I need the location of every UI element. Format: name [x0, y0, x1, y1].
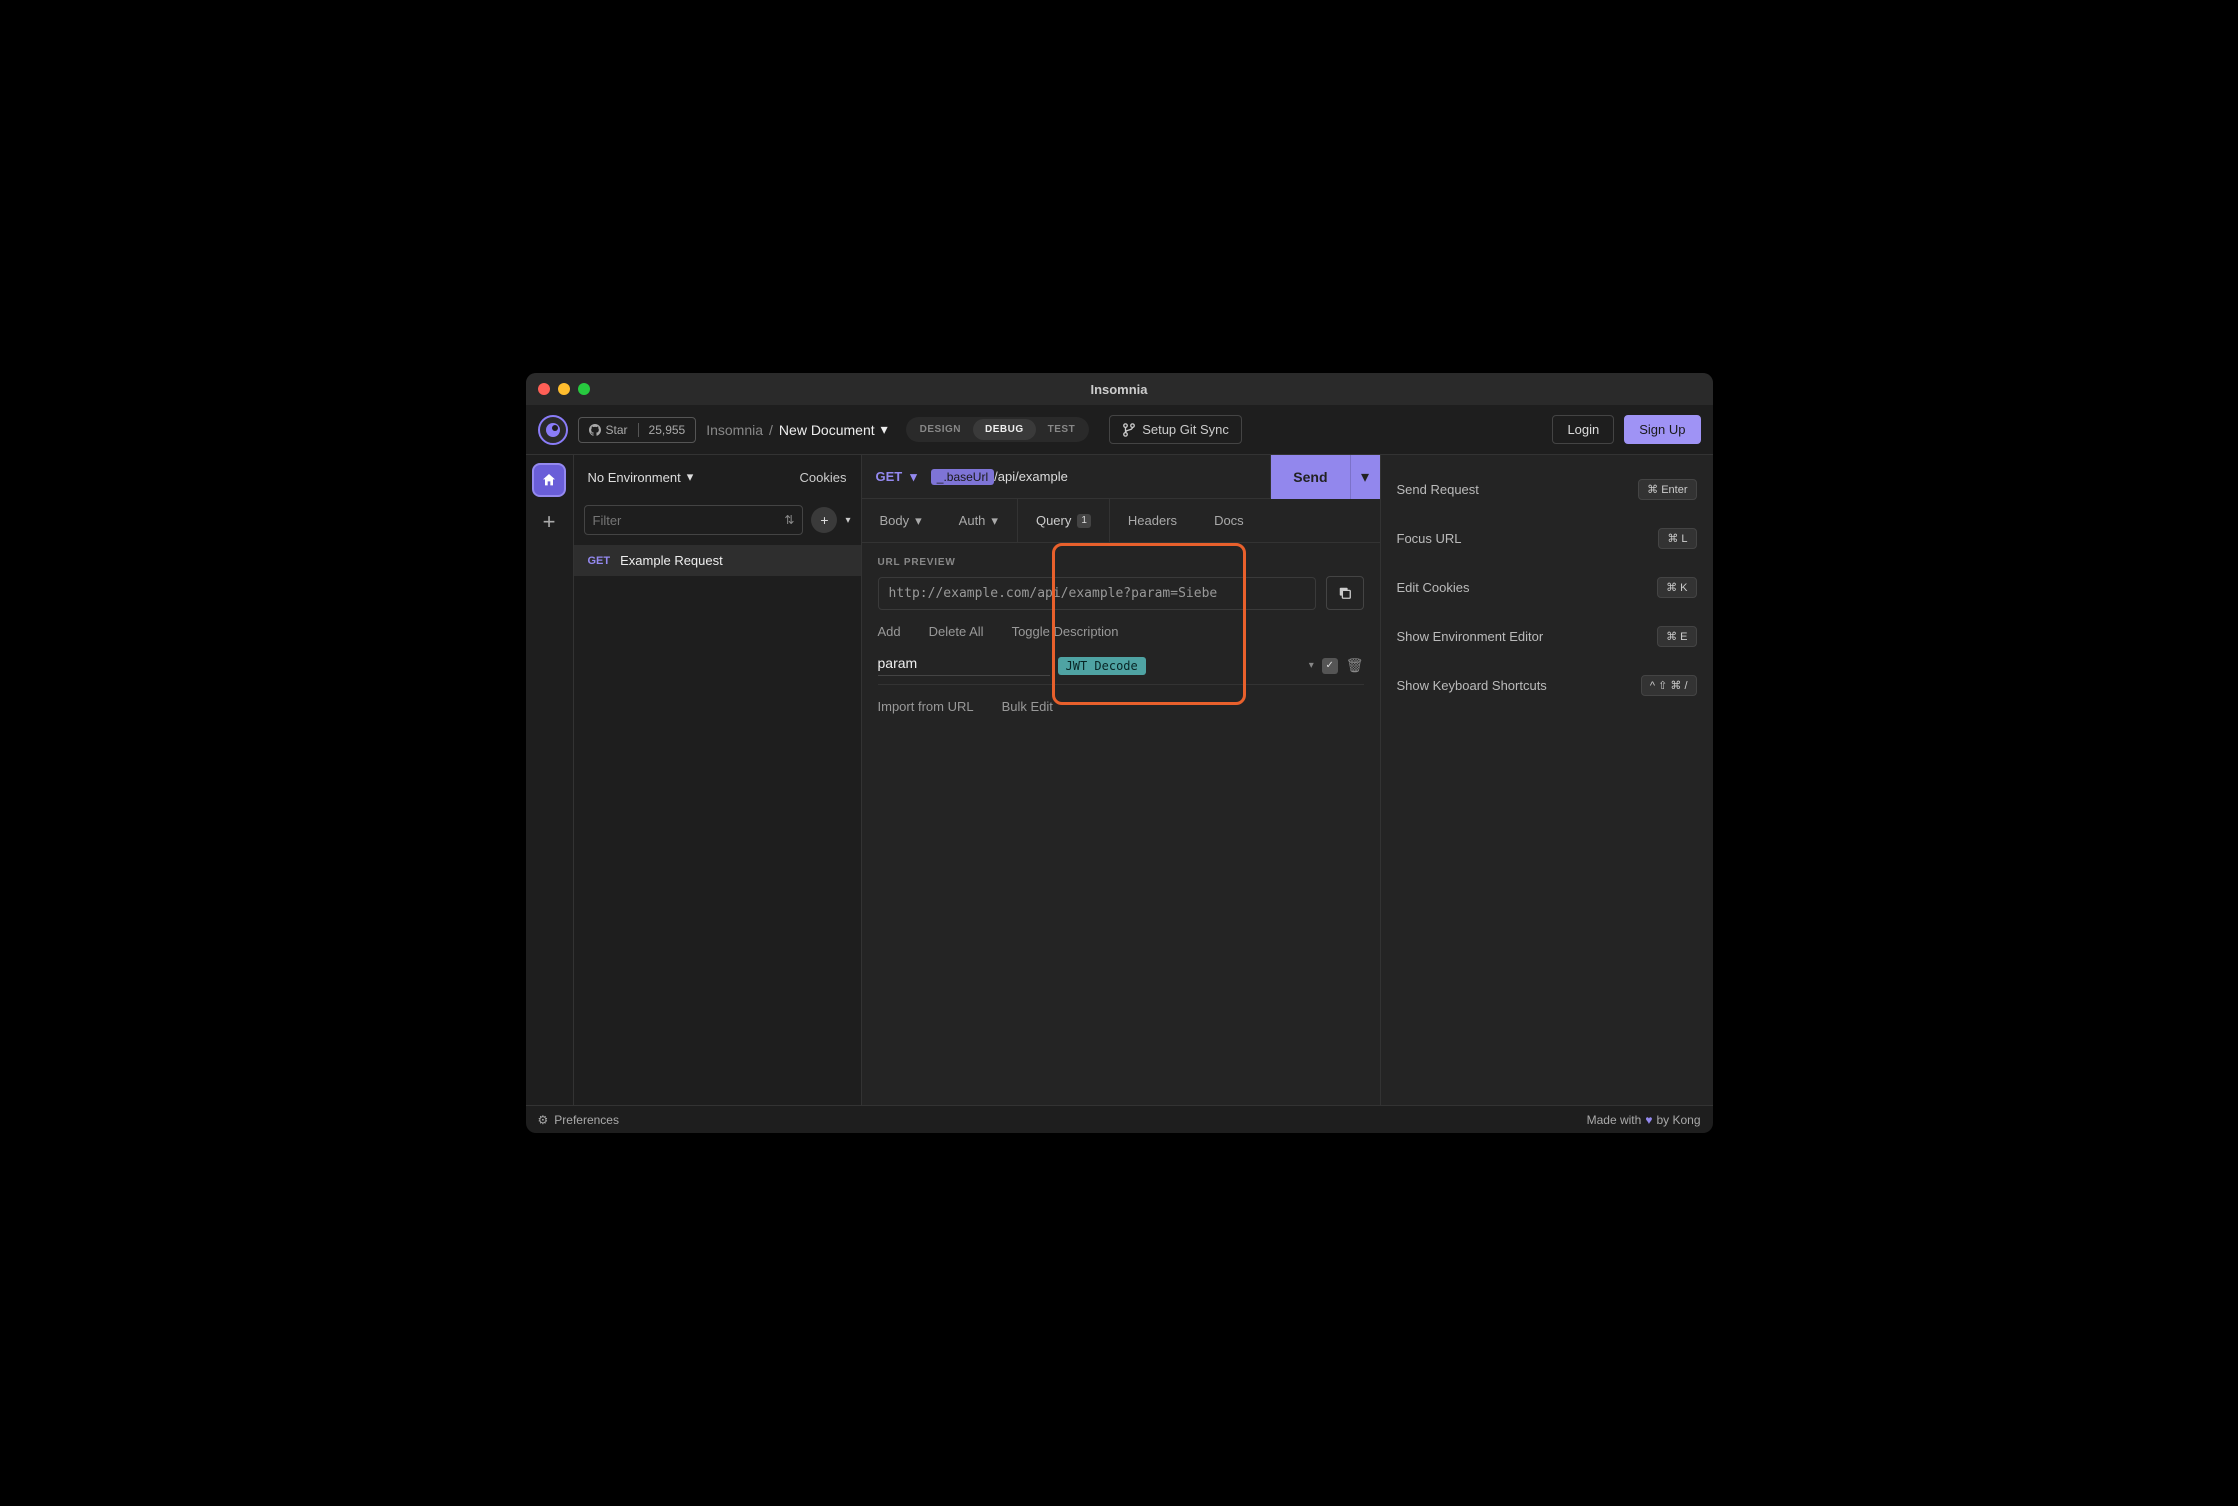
tab-auth[interactable]: Auth▾	[941, 499, 1017, 542]
filter-input[interactable]	[593, 513, 785, 528]
keyboard-shortcut: ⌘ K	[1657, 577, 1696, 598]
home-icon	[541, 472, 557, 488]
tab-debug[interactable]: DEBUG	[973, 419, 1036, 440]
toggle-description-button[interactable]: Toggle Description	[1012, 624, 1119, 639]
query-count-badge: 1	[1077, 514, 1091, 528]
keyboard-shortcut: ^ ⇧ ⌘ /	[1641, 675, 1697, 696]
chevron-down-icon: ▾	[915, 513, 922, 529]
keyboard-shortcut: ⌘ Enter	[1638, 479, 1696, 500]
window-title: Insomnia	[1090, 382, 1147, 397]
hint-focus-url: Focus URL⌘ L	[1397, 520, 1697, 557]
response-pane: Send Request⌘ Enter Focus URL⌘ L Edit Co…	[1381, 455, 1713, 1105]
import-from-url-button[interactable]: Import from URL	[878, 699, 974, 714]
close-window-icon[interactable]	[538, 383, 550, 395]
add-workspace-button[interactable]: +	[543, 509, 556, 535]
cookies-button[interactable]: Cookies	[800, 470, 847, 485]
bulk-edit-button[interactable]: Bulk Edit	[1002, 699, 1053, 714]
preferences-link[interactable]: Preferences	[554, 1113, 619, 1127]
chevron-down-icon: ▾	[910, 469, 917, 485]
sidebar: No Environment ▾ Cookies ⇅ + ▾ GET Examp…	[574, 455, 862, 1105]
query-param-row: JWT Decode ▾ ✓ 🗑	[878, 651, 1364, 685]
trash-icon[interactable]: 🗑	[1346, 657, 1364, 674]
request-tabs: Body▾ Auth▾ Query1 Headers Docs	[862, 499, 1380, 543]
git-sync-button[interactable]: Setup Git Sync	[1109, 415, 1242, 444]
url-preview: http://example.com/api/example?param=Sie…	[878, 577, 1316, 610]
maximize-window-icon[interactable]	[578, 383, 590, 395]
hint-shortcuts: Show Keyboard Shortcuts^ ⇧ ⌘ /	[1397, 667, 1697, 704]
mode-tabs: DESIGN DEBUG TEST	[906, 417, 1090, 442]
request-name: Example Request	[620, 553, 723, 568]
sort-icon[interactable]: ⇅	[784, 513, 794, 527]
tab-design[interactable]: DESIGN	[908, 419, 973, 440]
jwt-decode-tag[interactable]: JWT Decode	[1058, 657, 1146, 675]
toolbar: Star 25,955 Insomnia / New Document ▾ DE…	[526, 405, 1713, 455]
add-request-button[interactable]: +	[811, 507, 837, 533]
send-dropdown[interactable]: ▾	[1350, 455, 1380, 499]
left-rail: +	[526, 455, 574, 1105]
main-area: GET ▾ _.baseUrl /api/example Send ▾ Body…	[862, 455, 1713, 1105]
star-count: 25,955	[638, 423, 696, 437]
breadcrumb-separator: /	[769, 422, 773, 438]
traffic-lights	[538, 383, 590, 395]
base-url-tag[interactable]: _.baseUrl	[931, 469, 994, 485]
chevron-down-icon: ▾	[991, 513, 998, 529]
home-button[interactable]	[532, 463, 566, 497]
keyboard-shortcut: ⌘ L	[1658, 528, 1696, 549]
copy-icon	[1338, 586, 1352, 600]
tab-headers[interactable]: Headers	[1110, 499, 1196, 542]
github-icon	[589, 424, 601, 436]
git-branch-icon	[1122, 423, 1136, 437]
delete-all-button[interactable]: Delete All	[929, 624, 984, 639]
tab-docs[interactable]: Docs	[1196, 499, 1263, 542]
method-selector[interactable]: GET ▾	[862, 469, 931, 485]
sidebar-request-item[interactable]: GET Example Request	[574, 545, 861, 576]
tab-test[interactable]: TEST	[1036, 419, 1088, 440]
url-bar: GET ▾ _.baseUrl /api/example Send ▾	[862, 455, 1380, 499]
send-button[interactable]: Send	[1270, 455, 1349, 499]
minimize-window-icon[interactable]	[558, 383, 570, 395]
chevron-down-icon[interactable]: ▾	[881, 421, 888, 438]
status-bar: ⚙ Preferences Made with ♥ by Kong	[526, 1105, 1713, 1133]
url-input[interactable]: _.baseUrl /api/example	[931, 469, 1271, 485]
hint-env-editor: Show Environment Editor⌘ E	[1397, 618, 1697, 655]
breadcrumb: Insomnia / New Document ▾	[706, 421, 887, 438]
breadcrumb-root[interactable]: Insomnia	[706, 422, 763, 438]
login-button[interactable]: Login	[1552, 415, 1614, 444]
url-preview-label: URL PREVIEW	[878, 557, 1364, 568]
titlebar: Insomnia	[526, 373, 1713, 405]
add-param-button[interactable]: Add	[878, 624, 901, 639]
request-method-badge: GET	[588, 555, 611, 567]
tab-body[interactable]: Body▾	[862, 499, 941, 542]
keyboard-shortcut: ⌘ E	[1657, 626, 1696, 647]
filter-input-wrapper: ⇅	[584, 505, 804, 535]
query-panel: URL PREVIEW http://example.com/api/examp…	[862, 543, 1380, 1105]
chevron-down-icon[interactable]: ▾	[1309, 660, 1314, 671]
heart-icon: ♥	[1645, 1113, 1652, 1127]
hint-edit-cookies: Edit Cookies⌘ K	[1397, 569, 1697, 606]
breadcrumb-document[interactable]: New Document	[779, 422, 875, 438]
signup-button[interactable]: Sign Up	[1624, 415, 1700, 444]
star-label: Star	[606, 423, 628, 437]
app-window: Insomnia Star 25,955 Insomnia / New Docu…	[526, 373, 1713, 1133]
github-star-button[interactable]: Star 25,955	[578, 417, 697, 443]
app-logo-icon[interactable]	[538, 415, 568, 445]
tab-query[interactable]: Query1	[1017, 499, 1110, 542]
param-value-input[interactable]: JWT Decode	[1058, 657, 1301, 675]
hint-send-request: Send Request⌘ Enter	[1397, 471, 1697, 508]
environment-selector[interactable]: No Environment ▾	[588, 469, 694, 485]
request-pane: GET ▾ _.baseUrl /api/example Send ▾ Body…	[862, 455, 1381, 1105]
chevron-down-icon[interactable]: ▾	[845, 515, 850, 526]
chevron-down-icon: ▾	[687, 469, 694, 485]
copy-url-button[interactable]	[1326, 576, 1364, 610]
param-enabled-checkbox[interactable]: ✓	[1322, 658, 1338, 674]
param-key-input[interactable]	[878, 655, 1050, 676]
gear-icon[interactable]: ⚙	[538, 1113, 549, 1127]
